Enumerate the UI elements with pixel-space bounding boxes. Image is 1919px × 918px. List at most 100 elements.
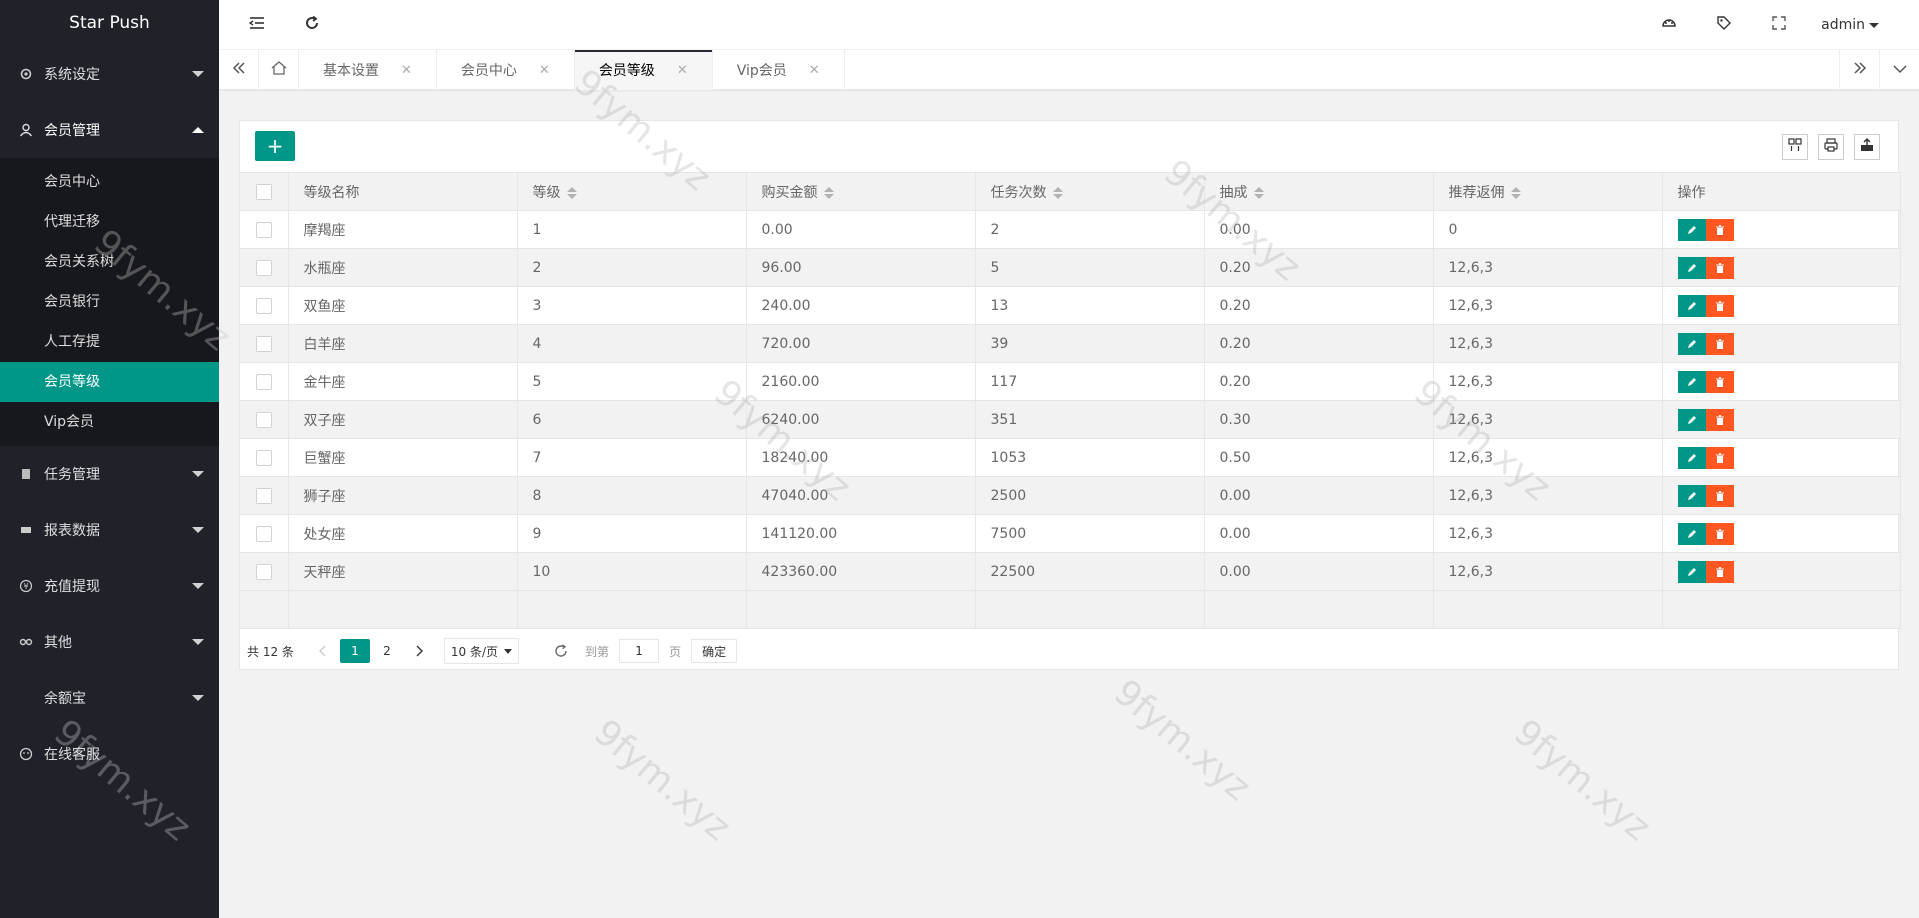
edit-button[interactable] <box>1677 446 1706 469</box>
row-checkbox[interactable] <box>255 525 272 542</box>
sidebar-item-member-tree[interactable]: 会员关系树 <box>0 242 219 282</box>
table-cell: 双鱼座 <box>288 286 518 325</box>
row-checkbox[interactable] <box>255 221 272 238</box>
prev-page-button[interactable] <box>308 639 338 663</box>
row-checkbox[interactable] <box>255 487 272 504</box>
table-cell: 96.00 <box>746 248 976 287</box>
tab-member-center[interactable]: 会员中心 ✕ <box>437 50 575 90</box>
column-header[interactable]: 任务次数 <box>975 172 1205 211</box>
row-checkbox[interactable] <box>255 449 272 466</box>
nav-system-settings[interactable]: 系统设定 <box>0 46 219 102</box>
goto-page-input[interactable]: 1 <box>619 639 660 663</box>
sort-icon[interactable] <box>1253 186 1264 199</box>
add-level-button[interactable]: + <box>255 131 295 161</box>
table-cell: 351 <box>975 400 1205 439</box>
edit-button[interactable] <box>1677 408 1706 431</box>
close-icon[interactable]: ✕ <box>677 63 688 78</box>
theme-button[interactable] <box>1649 0 1689 50</box>
next-page-button[interactable] <box>404 639 434 663</box>
tabs-menu-button[interactable] <box>1879 50 1919 90</box>
edit-button[interactable] <box>1677 560 1706 583</box>
pencil-icon <box>1687 529 1696 538</box>
sidebar-item-member-center[interactable]: 会员中心 <box>0 162 219 202</box>
goto-confirm-button[interactable]: 确定 <box>691 639 738 663</box>
close-icon[interactable]: ✕ <box>539 63 550 78</box>
row-select-cell <box>240 286 289 325</box>
close-icon[interactable]: ✕ <box>809 63 820 78</box>
export-button[interactable] <box>1854 134 1880 160</box>
nav-group-recharge: ¥ 充值提现 <box>0 558 219 614</box>
tab-vip-member[interactable]: Vip会员 ✕ <box>713 50 845 90</box>
column-filter-button[interactable] <box>1782 134 1808 160</box>
edit-button[interactable] <box>1677 370 1706 393</box>
row-actions <box>1662 286 1901 325</box>
edit-button[interactable] <box>1677 332 1706 355</box>
delete-button[interactable] <box>1705 408 1734 431</box>
sidebar-item-member-bank[interactable]: 会员银行 <box>0 282 219 322</box>
delete-button[interactable] <box>1705 484 1734 507</box>
column-header[interactable]: 推荐返佣 <box>1433 172 1663 211</box>
row-checkbox[interactable] <box>255 259 272 276</box>
delete-button[interactable] <box>1705 522 1734 545</box>
delete-button[interactable] <box>1705 294 1734 317</box>
sidebar-item-member-level[interactable]: 会员等级 <box>0 362 219 402</box>
refresh-button[interactable] <box>292 0 332 50</box>
sidebar-item-agent-migration[interactable]: 代理迁移 <box>0 202 219 242</box>
edit-button[interactable] <box>1677 256 1706 279</box>
column-header[interactable]: 抽成 <box>1204 172 1434 211</box>
column-header[interactable]: 购买金额 <box>746 172 976 211</box>
nav-online-support[interactable]: 在线客服 <box>0 726 219 782</box>
edit-button[interactable] <box>1677 294 1706 317</box>
row-checkbox[interactable] <box>255 563 272 580</box>
nav-report-data[interactable]: 报表数据 <box>0 502 219 558</box>
tag-button[interactable] <box>1704 0 1744 50</box>
edit-button[interactable] <box>1677 218 1706 241</box>
sort-icon[interactable] <box>566 186 577 199</box>
row-checkbox[interactable] <box>255 411 272 428</box>
nav-label: 会员管理 <box>44 123 100 139</box>
select-all-checkbox[interactable] <box>255 183 272 200</box>
tabs-bar: 基本设置 ✕ 会员中心 ✕ 会员等级 ✕ Vip会员 ✕ <box>219 50 1919 90</box>
fullscreen-button[interactable] <box>1759 0 1799 50</box>
tab-label: Vip会员 <box>736 63 787 79</box>
sort-icon[interactable] <box>823 186 834 199</box>
sidebar-item-vip[interactable]: Vip会员 <box>0 402 219 442</box>
page-button-2[interactable]: 2 <box>372 639 402 663</box>
tabs-scroll-left-button[interactable] <box>219 50 259 90</box>
home-tab[interactable] <box>259 50 299 90</box>
sort-icon[interactable] <box>1052 186 1063 199</box>
delete-button[interactable] <box>1705 332 1734 355</box>
column-header[interactable]: 等级 <box>517 172 747 211</box>
nav-yuebao[interactable]: 余额宝 <box>0 670 219 726</box>
refresh-table-button[interactable] <box>553 643 569 659</box>
delete-button[interactable] <box>1705 256 1734 279</box>
close-icon[interactable]: ✕ <box>401 63 412 78</box>
delete-button[interactable] <box>1705 560 1734 583</box>
nav-other[interactable]: 其他 <box>0 614 219 670</box>
delete-button[interactable] <box>1705 446 1734 469</box>
row-checkbox[interactable] <box>255 373 272 390</box>
tabs-scroll-right-button[interactable] <box>1839 50 1879 90</box>
table-toolbar: + <box>240 121 1898 172</box>
edit-button[interactable] <box>1677 484 1706 507</box>
user-menu[interactable]: admin <box>1821 0 1879 50</box>
page-size-select[interactable]: 10 条/页 <box>443 638 520 664</box>
edit-button[interactable] <box>1677 522 1706 545</box>
menu-toggle-button[interactable] <box>237 0 277 50</box>
row-checkbox[interactable] <box>255 335 272 352</box>
tab-member-level[interactable]: 会员等级 ✕ <box>574 50 713 90</box>
page-button-1[interactable]: 1 <box>339 639 370 663</box>
column-label: 任务次数 <box>990 184 1047 201</box>
row-select-cell <box>240 362 289 401</box>
row-checkbox[interactable] <box>255 297 272 314</box>
delete-button[interactable] <box>1705 218 1734 241</box>
nav-member-management[interactable]: 会员管理 <box>0 102 219 158</box>
nav-task-management[interactable]: 任务管理 <box>0 446 219 502</box>
nav-recharge-withdraw[interactable]: ¥ 充值提现 <box>0 558 219 614</box>
delete-button[interactable] <box>1705 370 1734 393</box>
tab-basic-settings[interactable]: 基本设置 ✕ <box>299 50 437 90</box>
sort-icon[interactable] <box>1510 186 1521 199</box>
print-button[interactable] <box>1818 134 1844 160</box>
sidebar-item-manual-deposit[interactable]: 人工存提 <box>0 322 219 362</box>
table-cell: 720.00 <box>746 324 976 363</box>
